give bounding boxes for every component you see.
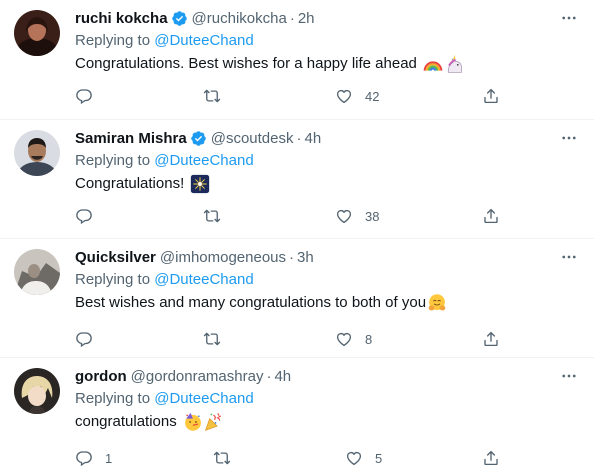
retweet-button[interactable] xyxy=(203,329,233,349)
replying-to-mention[interactable]: @DuteeChand xyxy=(154,390,253,407)
tweet-text-content: Congratulations. Best wishes for a happy… xyxy=(75,55,417,72)
replying-prefix: Replying to xyxy=(75,152,151,169)
reply-button[interactable] xyxy=(75,206,105,226)
rainbow-emoji-icon xyxy=(423,54,443,74)
more-options-icon[interactable] xyxy=(558,366,580,386)
replying-prefix: Replying to xyxy=(75,271,151,288)
heart-icon xyxy=(335,330,353,348)
retweet-icon xyxy=(203,87,221,105)
tweet-text-content: congratulations xyxy=(75,413,177,430)
like-button[interactable]: 38 xyxy=(335,206,379,226)
tweet-text-content: Best wishes and many congratulations to … xyxy=(75,294,427,311)
retweet-button[interactable] xyxy=(203,86,233,106)
tweet-text: Congratulations! xyxy=(75,174,580,194)
separator-dot: · xyxy=(266,367,272,385)
like-count: 38 xyxy=(365,208,380,224)
author-name[interactable]: Samiran Mishra xyxy=(75,130,187,147)
reply-icon xyxy=(75,449,93,467)
avatar[interactable] xyxy=(14,130,60,176)
like-count: 8 xyxy=(365,331,373,347)
party-popper-emoji-icon xyxy=(203,412,223,432)
tweet-time[interactable]: 2h xyxy=(298,10,315,27)
tweet[interactable]: Samiran Mishra @scoutdesk · 4h Replying … xyxy=(0,120,594,239)
heart-icon xyxy=(345,449,363,467)
tweet-text: congratulations xyxy=(75,412,580,432)
tweet-actions: 42 xyxy=(75,86,505,106)
partying-face-emoji-icon xyxy=(183,412,203,432)
like-button[interactable]: 42 xyxy=(335,86,379,106)
like-count: 5 xyxy=(375,450,383,466)
tweet[interactable]: ruchi kokcha @ruchikokcha · 2h Replying … xyxy=(0,0,594,120)
replying-to-mention[interactable]: @DuteeChand xyxy=(154,32,253,49)
tweet[interactable]: gordon @gordonramashray · 4h Replying to… xyxy=(0,358,594,466)
replying-to: Replying to @DuteeChand xyxy=(75,389,580,409)
more-options-icon[interactable] xyxy=(558,8,580,28)
share-button[interactable] xyxy=(482,86,500,106)
replying-prefix: Replying to xyxy=(75,390,151,407)
tweet-text: Congratulations. Best wishes for a happy… xyxy=(75,54,580,74)
like-button[interactable]: 8 xyxy=(335,329,372,349)
tweet-time[interactable]: 4h xyxy=(304,130,321,147)
replying-to-mention[interactable]: @DuteeChand xyxy=(154,271,253,288)
like-button[interactable]: 5 xyxy=(345,448,382,468)
reply-count: 1 xyxy=(105,450,113,466)
tweet[interactable]: Quicksilver @imhomogeneous · 3h Replying… xyxy=(0,239,594,358)
retweet-button[interactable] xyxy=(203,206,233,226)
separator-dot: · xyxy=(289,248,295,266)
replying-to-mention[interactable]: @DuteeChand xyxy=(154,152,253,169)
retweet-icon xyxy=(213,449,231,467)
author-handle[interactable]: @gordonramashray xyxy=(131,368,264,385)
author-handle[interactable]: @imhomogeneous xyxy=(160,249,286,266)
author-name[interactable]: Quicksilver xyxy=(75,249,156,266)
tweet-time[interactable]: 4h xyxy=(274,368,291,385)
replying-prefix: Replying to xyxy=(75,32,151,49)
author-name[interactable]: gordon xyxy=(75,368,127,385)
tweet-actions: 38 xyxy=(75,206,505,226)
avatar[interactable] xyxy=(14,249,60,295)
tweet-time[interactable]: 3h xyxy=(297,249,314,266)
tweet-actions: 1 5 xyxy=(75,448,505,468)
author-handle[interactable]: @scoutdesk xyxy=(211,130,294,147)
separator-dot: · xyxy=(296,129,302,147)
share-icon xyxy=(482,449,500,467)
avatar[interactable] xyxy=(14,10,60,56)
share-icon xyxy=(482,87,500,105)
hugging-face-emoji-icon xyxy=(427,293,447,313)
share-icon xyxy=(482,207,500,225)
like-count: 42 xyxy=(365,88,380,104)
more-options-icon[interactable] xyxy=(558,247,580,267)
reply-icon xyxy=(75,207,93,225)
avatar[interactable] xyxy=(14,368,60,414)
author-name[interactable]: ruchi kokcha xyxy=(75,10,168,27)
separator-dot: · xyxy=(289,9,295,27)
tweet-actions: 8 xyxy=(75,329,505,349)
sparkler-emoji-icon xyxy=(190,174,210,194)
unicorn-emoji-icon xyxy=(444,54,464,74)
reply-icon xyxy=(75,87,93,105)
share-button[interactable] xyxy=(482,448,500,468)
reply-button[interactable] xyxy=(75,86,105,106)
tweet-text: Best wishes and many congratulations to … xyxy=(75,293,580,313)
replying-to: Replying to @DuteeChand xyxy=(75,31,580,51)
retweet-button[interactable] xyxy=(213,448,243,468)
share-button[interactable] xyxy=(482,329,500,349)
verified-badge-icon xyxy=(190,130,207,147)
more-options-icon[interactable] xyxy=(558,128,580,148)
reply-button[interactable]: 1 xyxy=(75,448,112,468)
author-handle[interactable]: @ruchikokcha xyxy=(192,10,287,27)
share-icon xyxy=(482,330,500,348)
reply-button[interactable] xyxy=(75,329,105,349)
tweet-text-content: Congratulations! xyxy=(75,175,185,192)
retweet-icon xyxy=(203,330,221,348)
replying-to: Replying to @DuteeChand xyxy=(75,270,580,290)
heart-icon xyxy=(335,87,353,105)
share-button[interactable] xyxy=(482,206,500,226)
verified-badge-icon xyxy=(171,10,188,27)
reply-icon xyxy=(75,330,93,348)
heart-icon xyxy=(335,207,353,225)
replying-to: Replying to @DuteeChand xyxy=(75,151,580,171)
retweet-icon xyxy=(203,207,221,225)
